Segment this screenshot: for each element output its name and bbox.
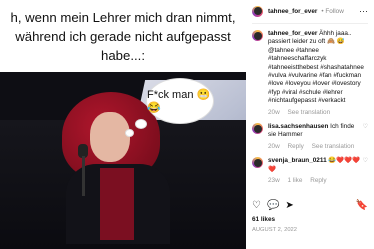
comment-time: 23w — [268, 177, 280, 185]
see-translation-link[interactable]: See translation — [312, 143, 355, 150]
caption-meta: 20w See translation — [268, 109, 368, 117]
avatar-image — [253, 124, 262, 133]
comment-username[interactable]: lisa.sachsenhausen — [268, 123, 328, 130]
thought-bubble-dot — [135, 119, 147, 129]
comment-meta: 20w Reply See translation — [268, 143, 363, 151]
bookmark-icon[interactable]: 🔖 — [356, 200, 368, 211]
post-header: tahnee_for_ever • Follow ⋯ — [252, 4, 368, 24]
thought-bubble-text: F*ck man 😬😂 — [147, 89, 211, 114]
avatar-image — [253, 158, 262, 167]
avatar-image — [253, 31, 262, 40]
media-caption-line-3: habe...: — [101, 48, 145, 63]
thought-bubble: F*ck man 😬😂 — [125, 78, 214, 137]
post-actions: ♡ 💬 ➤ 🔖 — [252, 200, 368, 211]
reply-button[interactable]: Reply — [310, 177, 326, 184]
post-panel: tahnee_for_ever • Follow ⋯ tahnee_for_ev… — [246, 0, 374, 249]
comment-time: 20w — [268, 142, 280, 150]
follow-button[interactable]: • Follow — [321, 8, 343, 15]
like-comment-icon[interactable]: ♡ — [363, 157, 368, 185]
like-comment-icon[interactable]: ♡ — [363, 123, 368, 151]
comment-meta: 23w 1 like Reply — [268, 177, 363, 185]
thought-bubble-dot — [125, 129, 134, 137]
media-caption-line-2: während ich gerade nicht aufgepasst — [15, 29, 231, 44]
post-dialog: h, wenn mein Lehrer mich dran nimmt, wäh… — [0, 0, 374, 249]
avatar[interactable] — [252, 5, 263, 17]
avatar[interactable] — [252, 30, 263, 41]
media-caption-line-1: h, wenn mein Lehrer mich dran nimmt, — [10, 10, 236, 25]
post-username[interactable]: tahnee_for_ever — [268, 8, 317, 15]
avatar-image — [253, 7, 262, 15]
reply-button[interactable]: Reply — [288, 143, 304, 150]
performer-shirt — [100, 168, 134, 240]
caption-text: Ähhh jaaa.. passiert leider zu oft 🙈 😅 @… — [268, 30, 364, 105]
more-icon[interactable]: ⋯ — [359, 6, 368, 17]
avatar[interactable] — [252, 157, 263, 169]
comment-item: lisa.sachsenhausen Ich finde sie Hammer … — [252, 123, 368, 151]
caption-username[interactable]: tahnee_for_ever — [268, 30, 317, 37]
performer-face — [90, 112, 130, 162]
caption-body: tahnee_for_ever Ähhh jaaa.. passiert lei… — [268, 30, 368, 117]
comment-username[interactable]: svenja_braun_0211 — [268, 157, 327, 164]
comment-body: svenja_braun_0211 😂❤️❤️❤️❤️ 23w 1 like R… — [268, 157, 363, 185]
heart-icon[interactable]: ♡ — [252, 200, 261, 211]
comment-like-count[interactable]: 1 like — [288, 177, 303, 184]
comment-icon[interactable]: 💬 — [267, 200, 279, 211]
post-media[interactable]: h, wenn mein Lehrer mich dran nimmt, wäh… — [0, 0, 246, 249]
likes-count[interactable]: 61 likes — [252, 216, 275, 223]
media-caption: h, wenn mein Lehrer mich dran nimmt, wäh… — [0, 0, 246, 72]
share-icon[interactable]: ➤ — [285, 200, 293, 211]
avatar[interactable] — [252, 123, 263, 135]
post-date: AUGUST 2, 2022 — [252, 227, 298, 233]
microphone-stand — [82, 156, 85, 196]
comment-body: lisa.sachsenhausen Ich finde sie Hammer … — [268, 123, 363, 151]
comment-item: svenja_braun_0211 😂❤️❤️❤️❤️ 23w 1 like R… — [252, 157, 368, 185]
post-caption: tahnee_for_ever Ähhh jaaa.. passiert lei… — [252, 30, 368, 117]
see-translation-link[interactable]: See translation — [288, 109, 331, 116]
caption-time: 20w — [268, 108, 280, 116]
